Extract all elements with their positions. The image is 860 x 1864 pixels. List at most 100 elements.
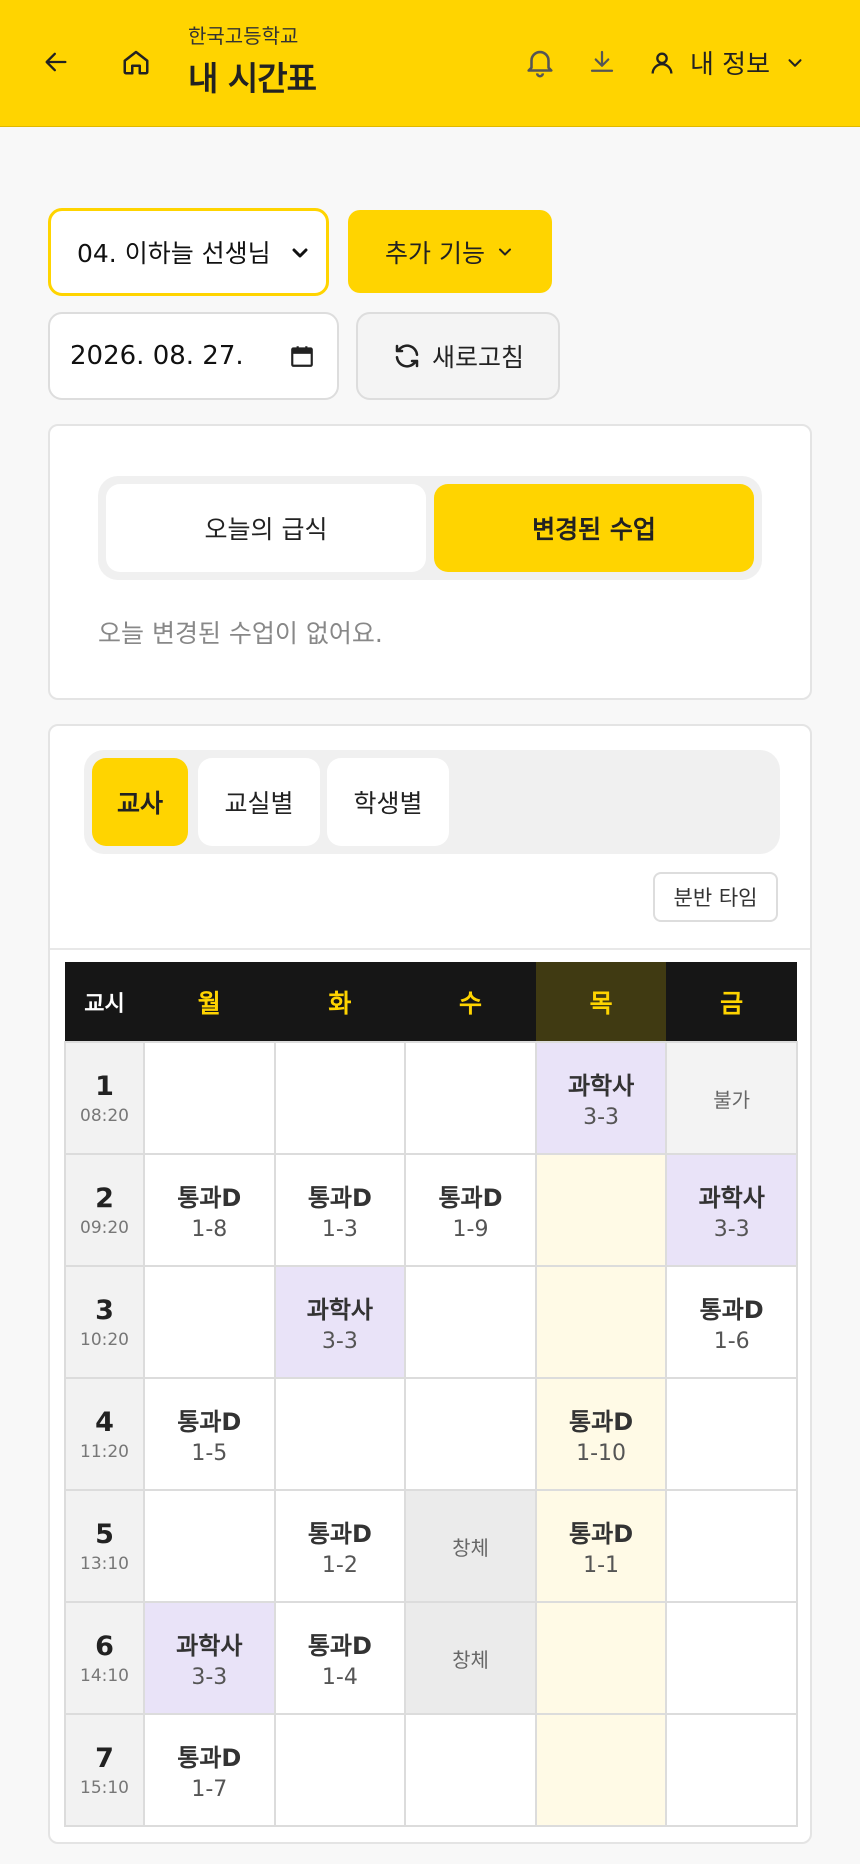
timetable-cell-fri[interactable] — [665, 1489, 798, 1603]
timetable-cell-wed[interactable]: 통과D 1-9 — [404, 1153, 537, 1267]
home-icon — [123, 50, 149, 75]
period-header: 교시 — [65, 962, 144, 1042]
my-info-menu[interactable]: 내 정보 — [648, 44, 806, 81]
timetable-row: 5 13:10 통과D 1-2 창체 통과D 1-1 — [64, 1489, 798, 1603]
period-time: 13:10 — [80, 1553, 129, 1574]
timetable-row: 3 10:20 과학사 3-3 통과D 1-6 — [64, 1265, 798, 1379]
split-class-button[interactable]: 분반 타임 — [653, 872, 778, 922]
class-room: 1-4 — [321, 1665, 358, 1690]
download-icon — [590, 50, 614, 72]
timetable-cell-tue[interactable] — [273, 1041, 407, 1155]
class-room: 3-3 — [713, 1217, 750, 1242]
timetable-row: 1 08:20 과학사 3-3 불가 — [64, 1041, 798, 1155]
timetable: 교시 월 화 수 목 금 1 08:20 과학사 3-3 불가 2 09:20 통과D 1-8 통… — [64, 962, 798, 1827]
timetable-cell-wed[interactable] — [404, 1265, 537, 1379]
class-room: 3-3 — [321, 1329, 358, 1354]
timetable-cell-tue[interactable]: 통과D 1-2 — [273, 1489, 407, 1603]
subject-name: 통과D — [569, 1520, 634, 1548]
tab-by-classroom[interactable]: 교실별 — [198, 758, 320, 846]
timetable-cell-wed[interactable] — [404, 1377, 537, 1491]
timetable-cell-wed[interactable] — [404, 1713, 537, 1827]
timetable-cell-mon[interactable] — [143, 1041, 276, 1155]
home-button[interactable] — [116, 42, 156, 82]
class-room: 3-3 — [583, 1105, 620, 1130]
tab-today-meal[interactable]: 오늘의 급식 — [106, 484, 426, 572]
timetable-cell-fri[interactable] — [665, 1713, 798, 1827]
timetable-cell-mon[interactable] — [143, 1489, 276, 1603]
teacher-select[interactable]: 04. 이하늘 선생님 — [48, 208, 329, 296]
timetable-cell-mon[interactable]: 통과D 1-5 — [143, 1377, 276, 1491]
class-room: 1-7 — [191, 1777, 228, 1802]
period-time: 09:20 — [80, 1217, 129, 1238]
timetable-cell-wed[interactable] — [404, 1041, 537, 1155]
timetable-cell-thu[interactable]: 통과D 1-1 — [534, 1489, 668, 1603]
subject-name: 통과D — [569, 1408, 634, 1436]
timetable-cell-tue[interactable]: 과학사 3-3 — [273, 1265, 407, 1379]
calendar-icon[interactable] — [289, 342, 315, 370]
refresh-icon — [395, 344, 419, 368]
subject-name: 과학사 — [176, 1632, 243, 1660]
period-cell: 4 11:20 — [64, 1377, 145, 1491]
timetable-cell-thu[interactable] — [534, 1713, 668, 1827]
class-room: 1-2 — [321, 1553, 358, 1578]
more-features-button[interactable]: 추가 기능 — [348, 210, 552, 293]
timetable-cell-thu[interactable]: 과학사 3-3 — [534, 1041, 668, 1155]
timetable-cell-mon[interactable]: 통과D 1-8 — [143, 1153, 276, 1267]
subject-name: 통과D — [307, 1520, 372, 1548]
cell-note: 창체 — [452, 1535, 489, 1560]
timetable-cell-thu[interactable]: 통과D 1-10 — [534, 1377, 668, 1491]
timetable-cell-fri[interactable]: 통과D 1-6 — [665, 1265, 798, 1379]
timetable-cell-mon[interactable]: 통과D 1-7 — [143, 1713, 276, 1827]
subject-name: 통과D — [177, 1184, 242, 1212]
timetable-cell-mon[interactable]: 과학사 3-3 — [143, 1601, 276, 1715]
period-number: 4 — [95, 1406, 114, 1438]
refresh-button[interactable]: 새로고침 — [356, 312, 560, 400]
timetable-cell-tue[interactable]: 통과D 1-4 — [273, 1601, 407, 1715]
timetable-row: 2 09:20 통과D 1-8 통과D 1-3 통과D 1-9 과학사 3-3 — [64, 1153, 798, 1267]
timetable-cell-mon[interactable] — [143, 1265, 276, 1379]
day-header-tue: 화 — [274, 962, 406, 1042]
view-tab-group: 교사 교실별 학생별 — [84, 750, 780, 854]
notifications-button[interactable] — [520, 40, 560, 84]
divider — [50, 948, 810, 950]
day-header-thu: 목 — [535, 962, 667, 1042]
tab-by-student[interactable]: 학생별 — [327, 758, 449, 846]
subject-name: 통과D — [438, 1184, 503, 1212]
class-room: 1-5 — [191, 1441, 228, 1466]
date-value: 2026. 08. 27. — [70, 341, 244, 371]
class-room: 1-9 — [452, 1217, 489, 1242]
period-cell: 6 14:10 — [64, 1601, 145, 1715]
timetable-cell-thu[interactable] — [534, 1153, 668, 1267]
timetable-cell-tue[interactable]: 통과D 1-3 — [273, 1153, 407, 1267]
timetable-cell-tue[interactable] — [273, 1713, 407, 1827]
timetable-cell-thu[interactable] — [534, 1601, 668, 1715]
timetable-cell-fri[interactable]: 과학사 3-3 — [665, 1153, 798, 1267]
timetable-cell-fri[interactable] — [665, 1377, 798, 1491]
download-button[interactable] — [582, 42, 622, 82]
timetable-row: 4 11:20 통과D 1-5 통과D 1-10 — [64, 1377, 798, 1491]
period-time: 11:20 — [80, 1441, 129, 1462]
more-features-label: 추가 기능 — [385, 238, 485, 268]
cell-note: 창체 — [452, 1647, 489, 1672]
school-name: 한국고등학교 — [188, 24, 299, 48]
tab-changed-classes[interactable]: 변경된 수업 — [434, 484, 754, 572]
day-header-mon: 월 — [144, 962, 275, 1042]
info-tab-group: 오늘의 급식 변경된 수업 — [98, 476, 762, 580]
period-cell: 2 09:20 — [64, 1153, 145, 1267]
timetable-cell-fri[interactable] — [665, 1601, 798, 1715]
timetable-row: 7 15:10 통과D 1-7 — [64, 1713, 798, 1827]
date-input[interactable]: 2026. 08. 27. — [48, 312, 339, 400]
tab-teacher[interactable]: 교사 — [92, 758, 188, 846]
my-info-label: 내 정보 — [690, 50, 771, 80]
day-header-wed: 수 — [405, 962, 536, 1042]
period-number: 5 — [95, 1518, 114, 1550]
timetable-cell-tue[interactable] — [273, 1377, 407, 1491]
chevron-down-icon — [498, 248, 511, 255]
timetable-cell-thu[interactable] — [534, 1265, 668, 1379]
period-cell: 5 13:10 — [64, 1489, 145, 1603]
daily-info-card: 오늘의 급식 변경된 수업 오늘 변경된 수업이 없어요. — [48, 424, 812, 700]
back-arrow-icon — [45, 52, 67, 72]
period-number: 3 — [95, 1294, 114, 1326]
app-header: 한국고등학교 내 시간표 내 정보 — [0, 0, 860, 127]
back-button[interactable] — [36, 42, 76, 82]
